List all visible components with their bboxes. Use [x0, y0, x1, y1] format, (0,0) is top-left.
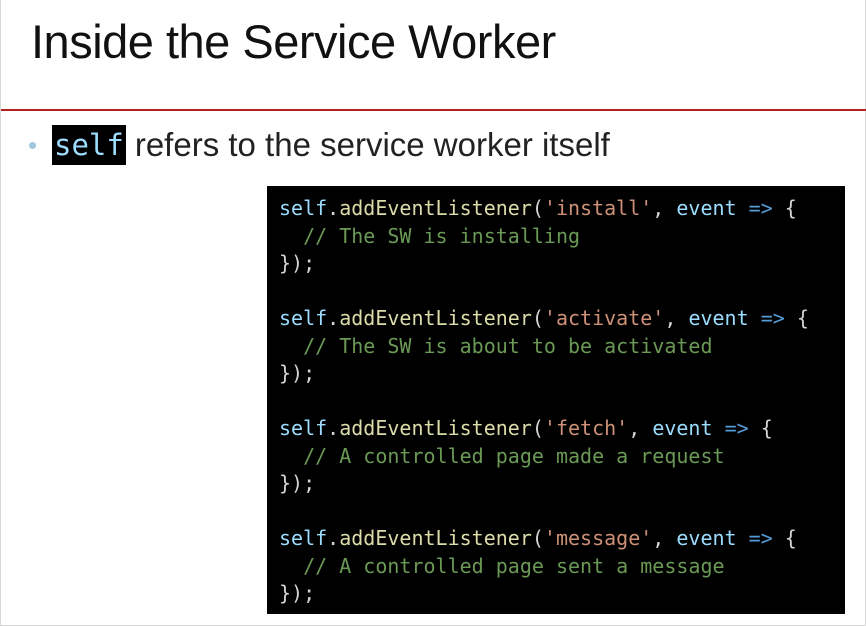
code-line: });: [279, 250, 845, 278]
code-comment: // The SW is installing: [303, 223, 581, 248]
bullet-text: refers to the service worker itself: [134, 126, 610, 163]
code-token-comma: ,: [628, 416, 641, 440]
code-token-paren: (: [531, 196, 544, 220]
code-line: // A controlled page made a request: [279, 443, 845, 471]
code-token-event-string: 'activate': [543, 306, 665, 330]
code-token-object: self: [279, 196, 328, 220]
code-line: });: [279, 360, 845, 388]
code-line: // A controlled page sent a message: [279, 553, 845, 581]
code-line: // The SW is installing: [279, 223, 845, 251]
code-token-comma: ,: [664, 306, 677, 330]
code-line: });: [279, 580, 845, 608]
code-token-dot: .: [327, 196, 340, 220]
code-token-event-string: 'install': [543, 196, 653, 220]
code-token-param: event: [688, 306, 749, 330]
code-token-arrow: =>: [748, 526, 773, 550]
code-token-brace: {: [796, 306, 809, 330]
code-comment: // The SW is about to be activated: [303, 333, 713, 358]
code-line: self.addEventListener('message', event =…: [279, 525, 845, 553]
code-token-close: });: [279, 471, 316, 495]
code-token-paren: (: [531, 416, 544, 440]
code-line: self.addEventListener('install', event =…: [279, 195, 845, 223]
code-line: self.addEventListener('fetch', event => …: [279, 415, 845, 443]
code-token-brace: {: [784, 196, 797, 220]
code-token-object: self: [279, 306, 328, 330]
title-divider: [1, 109, 866, 111]
code-token-method: addEventListener: [339, 196, 532, 220]
code-token-param: event: [652, 416, 713, 440]
code-token-method: addEventListener: [339, 306, 532, 330]
code-token-close: });: [279, 251, 316, 275]
code-token-event-string: 'fetch': [543, 416, 629, 440]
bullet-marker: •: [28, 130, 38, 160]
code-line: // The SW is about to be activated: [279, 333, 845, 361]
code-token-close: });: [279, 581, 316, 605]
code-comment: // A controlled page made a request: [303, 443, 725, 468]
code-token-method: addEventListener: [339, 526, 532, 550]
code-token-paren: (: [531, 526, 544, 550]
code-token-arrow: =>: [748, 196, 773, 220]
inline-code-self: self: [52, 125, 126, 165]
code-token-param: event: [676, 196, 737, 220]
code-block: self.addEventListener('install', event =…: [267, 186, 845, 614]
code-token-event-string: 'message': [543, 526, 653, 550]
slide: Inside the Service Worker • self refers …: [0, 0, 866, 626]
code-token-param: event: [676, 526, 737, 550]
code-token-object: self: [279, 526, 328, 550]
code-token-dot: .: [327, 416, 340, 440]
code-token-dot: .: [327, 306, 340, 330]
code-line: });: [279, 470, 845, 498]
code-token-dot: .: [327, 526, 340, 550]
code-token-arrow: =>: [760, 306, 785, 330]
code-token-brace: {: [784, 526, 797, 550]
bullet-item: • self refers to the service worker itse…: [28, 123, 610, 167]
code-token-method: addEventListener: [339, 416, 532, 440]
code-comment: // A controlled page sent a message: [303, 553, 725, 578]
code-line: self.addEventListener('activate', event …: [279, 305, 845, 333]
code-token-object: self: [279, 416, 328, 440]
slide-title: Inside the Service Worker: [31, 15, 556, 68]
code-token-paren: (: [531, 306, 544, 330]
code-token-comma: ,: [652, 196, 665, 220]
code-token-arrow: =>: [724, 416, 749, 440]
code-token-comma: ,: [652, 526, 665, 550]
code-token-close: });: [279, 361, 316, 385]
code-token-brace: {: [760, 416, 773, 440]
